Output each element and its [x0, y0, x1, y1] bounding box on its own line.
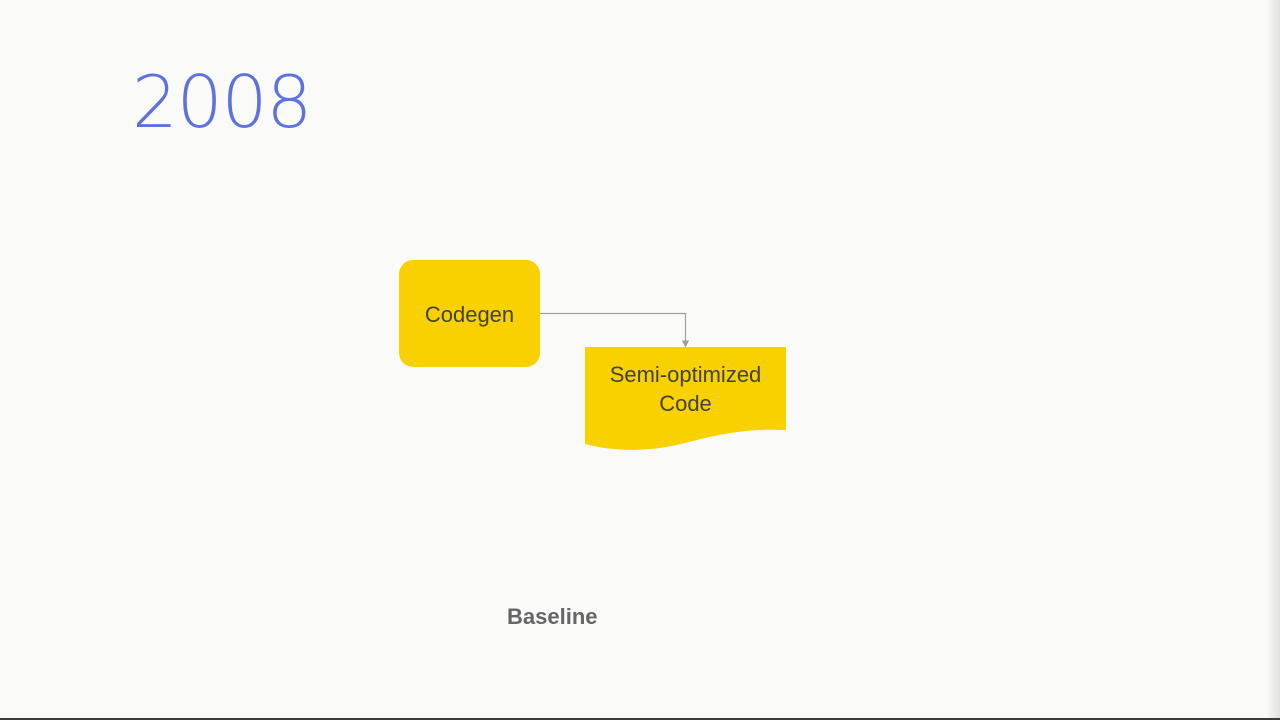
semi-optimized-code-label-line2: Code: [659, 391, 712, 416]
codegen-node: Codegen: [399, 260, 540, 367]
baseline-caption: Baseline: [507, 604, 598, 629]
flow-diagram: Codegen Semi-optimized Code: [399, 260, 786, 450]
semi-optimized-code-label-line1: Semi-optimized: [610, 362, 762, 387]
codegen-to-code-connector: [540, 312, 690, 348]
codegen-node-label: Codegen: [425, 302, 514, 327]
semi-optimized-code-node: Semi-optimized Code: [585, 347, 786, 450]
slide-right-edge-shadow: [1266, 0, 1280, 720]
slide: 2008 Codegen Semi-optimized Code Baselin…: [0, 0, 1280, 720]
